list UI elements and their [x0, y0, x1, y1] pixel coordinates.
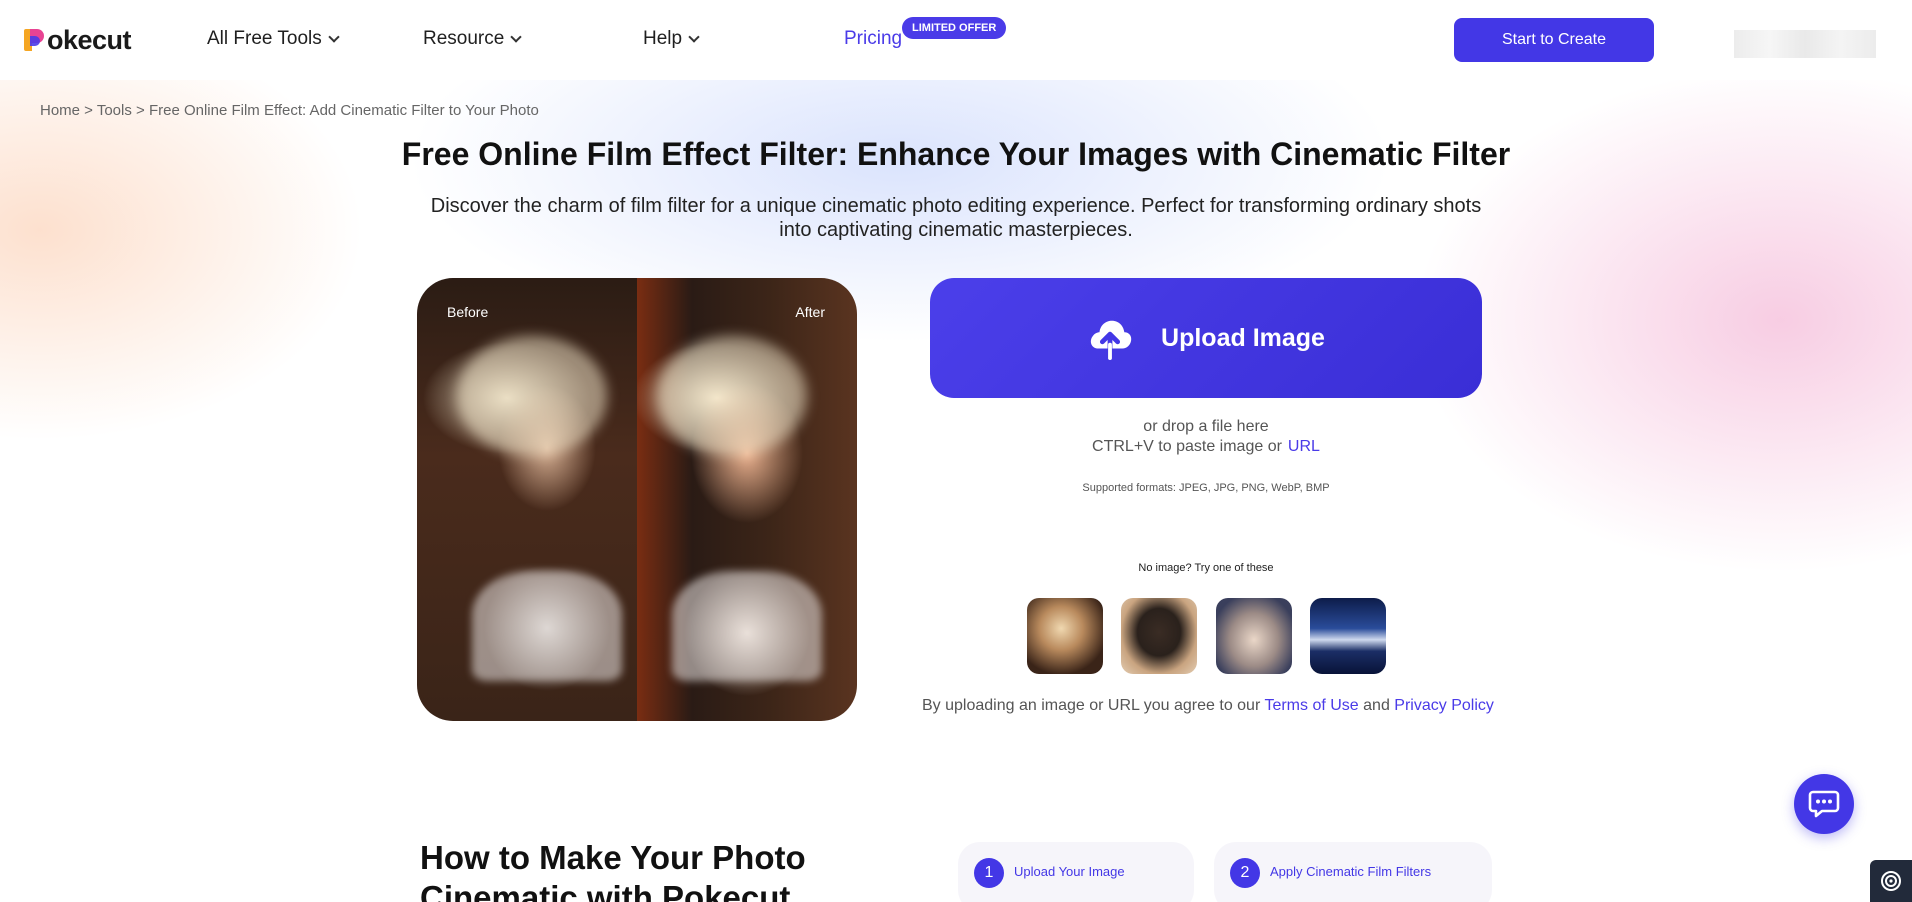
step-number-2: 2: [1230, 858, 1260, 888]
cloud-upload-icon: [1090, 320, 1132, 360]
assistant-widget-button[interactable]: [1870, 860, 1912, 902]
chat-support-button[interactable]: [1794, 774, 1854, 834]
chevron-down-icon: [510, 31, 522, 43]
how-to-title: How to Make Your Photo Cinematic with Po…: [420, 839, 806, 902]
sample-image-3[interactable]: [1216, 598, 1292, 674]
step-number-1: 1: [974, 858, 1004, 888]
nav-help[interactable]: Help: [643, 28, 700, 50]
page-subtitle: Discover the charm of film filter for a …: [430, 195, 1482, 241]
nav-resource-label: Resource: [423, 28, 505, 49]
before-after-image: Before After: [417, 278, 857, 721]
sample-image-1[interactable]: [1027, 598, 1103, 674]
step-card-1: 1 Upload Your Image: [958, 842, 1194, 902]
before-label: Before: [447, 304, 489, 320]
upload-image-button[interactable]: Upload Image: [930, 278, 1482, 398]
sample-image-4[interactable]: [1310, 598, 1386, 674]
chat-bubble-icon: [1808, 790, 1840, 818]
after-label: After: [795, 304, 825, 320]
supported-formats-text: Supported formats: JPEG, JPG, PNG, WebP,…: [1082, 482, 1330, 494]
agreement-and: and: [1363, 697, 1390, 714]
nav-pricing[interactable]: Pricing: [844, 28, 902, 50]
nav-resource[interactable]: Resource: [423, 28, 522, 50]
site-header: okecut All Free Tools Resource Help Pric…: [0, 0, 1912, 80]
chevron-down-icon: [328, 31, 340, 43]
sample-images-label: No image? Try one of these: [1138, 562, 1274, 574]
before-image: [417, 278, 637, 721]
privacy-policy-link[interactable]: Privacy Policy: [1394, 697, 1494, 714]
paste-hint: CTRL+V to paste image or URL: [930, 438, 1482, 456]
step-card-2: 2 Apply Cinematic Film Filters: [1214, 842, 1492, 902]
pokecut-logo[interactable]: okecut: [24, 24, 132, 56]
upload-image-label: Upload Image: [1161, 323, 1325, 352]
after-image: [637, 278, 857, 721]
upload-agreement: By uploading an image or URL you agree t…: [922, 697, 1494, 715]
nav-all-free-tools[interactable]: All Free Tools: [207, 28, 340, 50]
nav-all-free-tools-label: All Free Tools: [207, 28, 322, 49]
paste-hint-text: CTRL+V to paste image or: [1092, 438, 1282, 455]
nav-help-label: Help: [643, 28, 683, 49]
breadcrumb[interactable]: Home > Tools > Free Online Film Effect: …: [40, 102, 539, 119]
start-to-create-button[interactable]: Start to Create: [1454, 18, 1654, 62]
step-label-2: Apply Cinematic Film Filters: [1270, 864, 1432, 879]
step-label-1: Upload Your Image: [1014, 864, 1125, 879]
drop-file-text: or drop a file here: [1143, 418, 1269, 435]
terms-of-use-link[interactable]: Terms of Use: [1264, 697, 1358, 714]
limited-offer-badge: LIMITED OFFER: [902, 17, 1007, 39]
chevron-down-icon: [688, 31, 700, 43]
pokecut-p-logo-icon: [24, 27, 46, 53]
page-title: Free Online Film Effect Filter: Enhance …: [401, 136, 1511, 172]
agreement-text: By uploading an image or URL you agree t…: [922, 697, 1261, 714]
account-avatar[interactable]: [1734, 30, 1876, 58]
logo-text: okecut: [47, 24, 132, 55]
sample-image-2[interactable]: [1121, 598, 1197, 674]
url-link[interactable]: URL: [1288, 438, 1320, 455]
spiral-assistant-icon: [1881, 871, 1901, 891]
